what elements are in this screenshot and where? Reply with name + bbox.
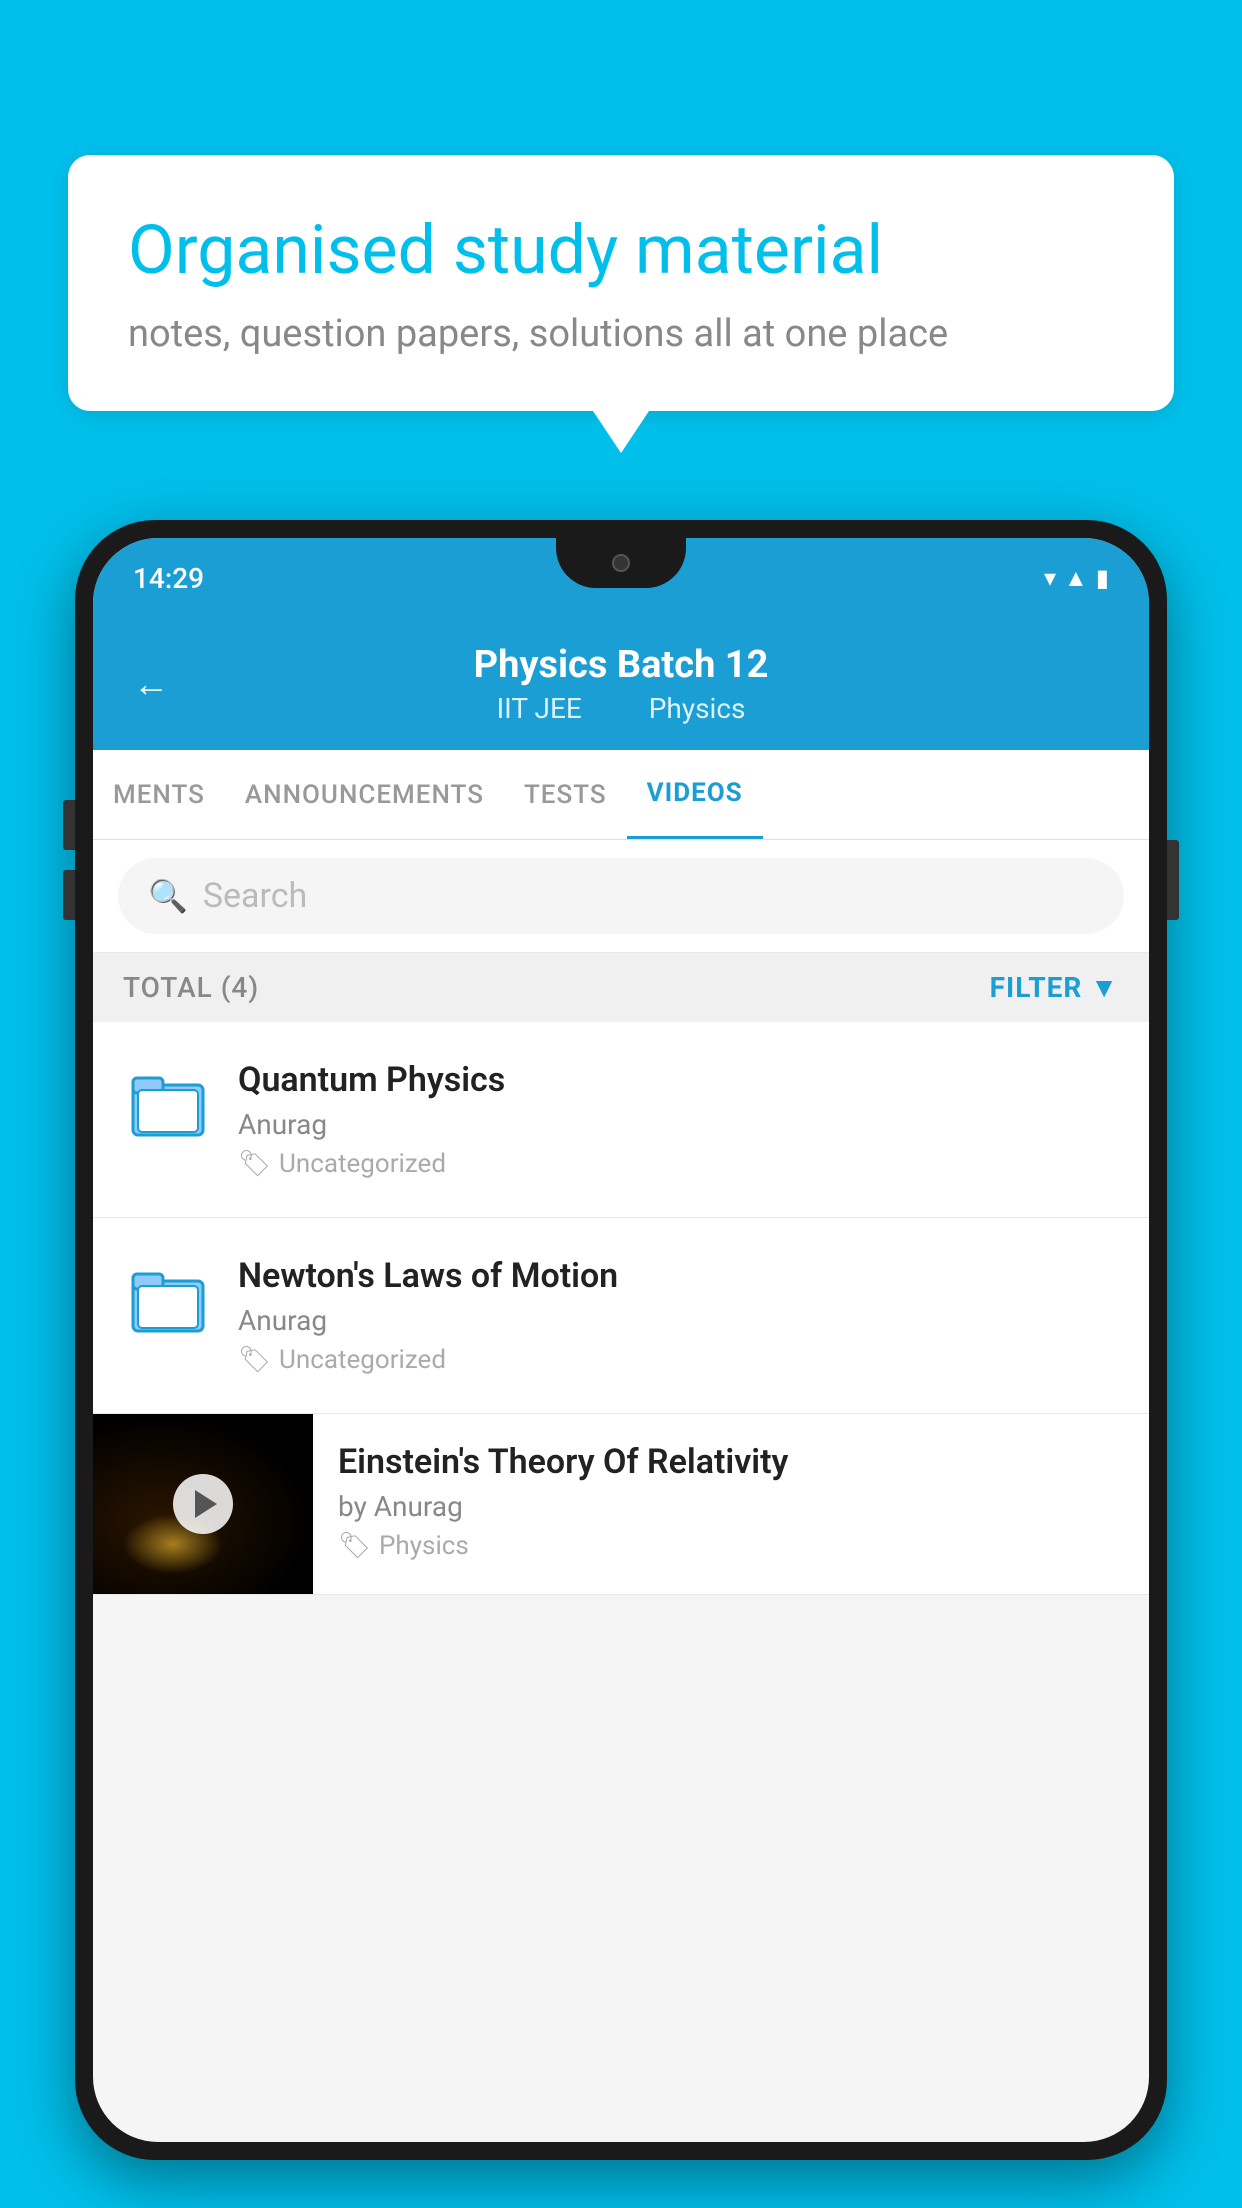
speech-bubble-subtitle: notes, question papers, solutions all at… <box>128 312 1114 356</box>
video-author: Anurag <box>238 1108 1119 1141</box>
search-icon: 🔍 <box>148 877 188 915</box>
speech-bubble: Organised study material notes, question… <box>68 155 1174 411</box>
status-bar: 14:29 ▾ ▲ ▮ <box>93 538 1149 618</box>
search-input[interactable]: Search <box>203 876 307 916</box>
video-list: Quantum Physics Anurag 🏷 Uncategorized <box>93 1022 1149 1595</box>
tab-videos[interactable]: VIDEOS <box>627 750 763 839</box>
phone-outer: 14:29 ▾ ▲ ▮ ← Physics Batch 12 IIT JEE P… <box>75 520 1167 2160</box>
app-header: ← Physics Batch 12 IIT JEE Physics <box>93 618 1149 750</box>
tag-iitjee: IIT JEE <box>497 692 582 725</box>
list-item[interactable]: Quantum Physics Anurag 🏷 Uncategorized <box>93 1022 1149 1218</box>
folder-icon-wrap <box>123 1256 213 1341</box>
list-item[interactable]: Newton's Laws of Motion Anurag 🏷 Uncateg… <box>93 1218 1149 1414</box>
camera-dot <box>612 554 630 572</box>
search-bar-container: 🔍 Search <box>93 840 1149 953</box>
folder-icon-wrap <box>123 1060 213 1145</box>
tag-icon: 🏷 <box>338 1531 371 1561</box>
notch <box>556 538 686 588</box>
video-tag: 🏷 Physics <box>338 1531 1124 1561</box>
tab-tests[interactable]: TESTS <box>504 752 627 838</box>
video-tag: 🏷 Uncategorized <box>238 1149 1119 1179</box>
video-tag: 🏷 Uncategorized <box>238 1345 1119 1375</box>
signal-icon: ▲ <box>1064 564 1088 593</box>
speech-bubble-title: Organised study material <box>128 210 1114 292</box>
search-bar[interactable]: 🔍 Search <box>118 858 1124 934</box>
tabs-bar: MENTS ANNOUNCEMENTS TESTS VIDEOS <box>93 750 1149 840</box>
play-button[interactable] <box>173 1474 233 1534</box>
tab-announcements[interactable]: ANNOUNCEMENTS <box>225 752 504 838</box>
battery-icon: ▮ <box>1096 564 1109 592</box>
filter-bar: TOTAL (4) FILTER ▼ <box>93 953 1149 1022</box>
video-title: Quantum Physics <box>238 1060 1119 1100</box>
video-info: Newton's Laws of Motion Anurag 🏷 Uncateg… <box>238 1256 1119 1375</box>
tag-physics: Physics <box>649 692 746 725</box>
thumbnail-overlay <box>93 1414 313 1594</box>
video-title: Einstein's Theory Of Relativity <box>338 1442 1124 1482</box>
video-info: Quantum Physics Anurag 🏷 Uncategorized <box>238 1060 1119 1179</box>
back-button[interactable]: ← <box>133 663 169 705</box>
folder-icon <box>128 1256 208 1341</box>
phone-container: 14:29 ▾ ▲ ▮ ← Physics Batch 12 IIT JEE P… <box>75 520 1167 2208</box>
wifi-icon: ▾ <box>1044 564 1056 592</box>
volume-up-button <box>63 800 75 850</box>
tag-icon: 🏷 <box>238 1345 271 1375</box>
tag-icon: 🏷 <box>238 1149 271 1179</box>
status-time: 14:29 <box>133 562 204 595</box>
play-icon <box>195 1490 217 1518</box>
video-title: Newton's Laws of Motion <box>238 1256 1119 1296</box>
video-thumbnail <box>93 1414 313 1594</box>
list-item[interactable]: Einstein's Theory Of Relativity by Anura… <box>93 1414 1149 1595</box>
filter-icon: ▼ <box>1090 971 1119 1004</box>
power-button <box>1167 840 1179 920</box>
tab-documents[interactable]: MENTS <box>93 752 225 838</box>
status-icons: ▾ ▲ ▮ <box>1044 564 1109 593</box>
phone-screen: 14:29 ▾ ▲ ▮ ← Physics Batch 12 IIT JEE P… <box>93 538 1149 2142</box>
batch-subtitle: IIT JEE Physics <box>133 692 1109 725</box>
video-info: Einstein's Theory Of Relativity by Anura… <box>313 1414 1149 1589</box>
total-count: TOTAL (4) <box>123 971 259 1004</box>
video-author: by Anurag <box>338 1490 1124 1523</box>
volume-down-button <box>63 870 75 920</box>
filter-button[interactable]: FILTER ▼ <box>990 971 1119 1004</box>
video-author: Anurag <box>238 1304 1119 1337</box>
speech-bubble-container: Organised study material notes, question… <box>68 155 1174 411</box>
folder-icon <box>128 1060 208 1145</box>
batch-title: Physics Batch 12 <box>133 643 1109 687</box>
